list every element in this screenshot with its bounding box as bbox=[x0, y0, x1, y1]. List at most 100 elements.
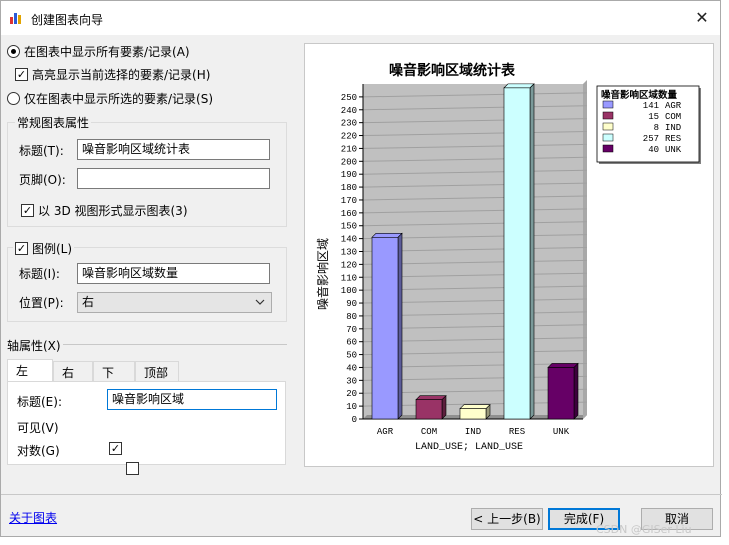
chart-preview: 噪音影响区域统计表 噪音影响区域 LAND_USE; LAND_USE 0 10 2… bbox=[304, 43, 714, 467]
legend-swatch bbox=[602, 122, 614, 131]
axis-title-label: 标题(E): bbox=[17, 395, 62, 409]
window-title: 创建图表向导 bbox=[31, 13, 104, 27]
legend-title: 噪音影响区域数量 bbox=[601, 89, 678, 101]
about-chart-link[interactable]: 关于图表 bbox=[9, 509, 57, 526]
legend-title-label: 标题(I): bbox=[19, 267, 60, 281]
y-tick-label: 50 bbox=[346, 351, 357, 361]
y-tick-label: 130 bbox=[341, 248, 357, 258]
footer-separator bbox=[1, 494, 722, 495]
chart-wizard-dialog: 创建图表向导 ✕ 在图表中显示所有要素/记录(A) ✓ 高亮显示当前选择的要素/… bbox=[0, 0, 722, 537]
radio-indicator[interactable] bbox=[7, 92, 20, 105]
axis-tabs: 左 右 下 顶部 bbox=[7, 359, 179, 381]
checkbox-indicator[interactable]: ✓ bbox=[15, 68, 28, 81]
legend-value: 15 bbox=[648, 112, 659, 122]
legend-category: RES bbox=[665, 134, 681, 144]
back-button[interactable]: < 上一步(B) bbox=[471, 508, 543, 530]
bar-side bbox=[529, 83, 535, 420]
close-button[interactable]: ✕ bbox=[690, 7, 714, 29]
radio-indicator[interactable] bbox=[7, 45, 20, 58]
legend-category: COM bbox=[665, 112, 681, 122]
y-tick-label: 200 bbox=[341, 157, 357, 167]
y-tick-label: 70 bbox=[346, 325, 357, 335]
close-icon: ✕ bbox=[695, 8, 709, 27]
checkbox-indicator[interactable]: ✓ bbox=[21, 204, 34, 217]
legend-category: UNK bbox=[665, 145, 682, 155]
axis-title-input[interactable]: 噪音影响区域 bbox=[107, 389, 277, 410]
tab-bottom[interactable]: 下 bbox=[93, 361, 135, 381]
bar bbox=[547, 367, 575, 420]
checkbox-legend[interactable]: ✓ 图例(L) bbox=[13, 240, 75, 257]
legend-position-label: 位置(P): bbox=[19, 296, 64, 310]
y-tick-label: 0 bbox=[352, 415, 357, 425]
chart-app-icon bbox=[10, 13, 21, 24]
checkbox-indicator[interactable]: ✓ bbox=[15, 242, 28, 255]
y-tick-label: 10 bbox=[346, 402, 357, 412]
radio-show-all[interactable]: 在图表中显示所有要素/记录(A) bbox=[7, 43, 190, 60]
y-tick-label: 100 bbox=[341, 286, 357, 296]
legend-value: 40 bbox=[648, 145, 659, 155]
y-tick-label: 40 bbox=[346, 363, 357, 373]
x-tick-label: IND bbox=[465, 427, 481, 437]
chart-footer-label: 页脚(O): bbox=[19, 173, 66, 187]
checkbox-highlight-selected[interactable]: ✓ 高亮显示当前选择的要素/记录(H) bbox=[15, 66, 210, 83]
bar bbox=[371, 237, 399, 420]
bar-side bbox=[397, 232, 403, 420]
bar-top bbox=[459, 404, 491, 409]
y-tick-label: 150 bbox=[341, 222, 357, 232]
axis-visible-checkbox[interactable]: ✓ bbox=[109, 442, 122, 455]
y-tick-label: 30 bbox=[346, 376, 357, 386]
y-tick-label: 120 bbox=[341, 260, 357, 270]
radio-show-selected-only-label: 仅在图表中显示所选的要素/记录(S) bbox=[24, 92, 214, 106]
axis-log-label: 对数(G) bbox=[17, 444, 60, 458]
checkbox-3d-view-label: 以 3D 视图形式显示图表(3) bbox=[38, 204, 188, 218]
y-tick-label: 180 bbox=[341, 183, 357, 193]
x-axis-label: LAND_USE; LAND_USE bbox=[415, 442, 523, 453]
title-bar: 创建图表向导 ✕ bbox=[1, 1, 720, 35]
bar-chart: 噪音影响区域统计表 噪音影响区域 LAND_USE; LAND_USE 0 10 2… bbox=[315, 62, 701, 453]
radio-show-all-label: 在图表中显示所有要素/记录(A) bbox=[24, 45, 190, 59]
legend-group-title: 图例(L) bbox=[32, 242, 73, 256]
y-tick-label: 20 bbox=[346, 389, 357, 399]
bar-top bbox=[415, 395, 447, 400]
y-tick-label: 110 bbox=[341, 273, 357, 283]
axis-separator bbox=[63, 344, 287, 345]
y-tick-label: 60 bbox=[346, 338, 357, 348]
legend-category: AGR bbox=[665, 101, 682, 111]
bar bbox=[415, 399, 443, 420]
y-axis-label: 噪音影响区域 bbox=[315, 238, 330, 310]
checkbox-3d-view[interactable]: ✓ 以 3D 视图形式显示图表(3) bbox=[21, 202, 188, 219]
plot-right-wall bbox=[583, 80, 587, 419]
axis-log-checkbox[interactable] bbox=[125, 462, 139, 475]
bar-top bbox=[547, 363, 579, 368]
tab-left[interactable]: 左 bbox=[7, 359, 53, 381]
y-tick-label: 140 bbox=[341, 235, 357, 245]
y-tick-label: 210 bbox=[341, 144, 357, 154]
legend-value: 8 bbox=[654, 123, 659, 133]
legend-swatch bbox=[602, 100, 614, 109]
general-properties-title: 常规图表属性 bbox=[15, 114, 92, 131]
y-tick-label: 170 bbox=[341, 196, 357, 206]
y-tick-label: 80 bbox=[346, 312, 357, 322]
legend-title-input[interactable]: 噪音影响区域数量 bbox=[77, 263, 270, 284]
watermark: CSDN @GISer Liu bbox=[596, 523, 692, 536]
tab-top[interactable]: 顶部 bbox=[135, 361, 179, 381]
bar-top bbox=[371, 233, 403, 238]
y-tick-label: 160 bbox=[341, 209, 357, 219]
legend-swatch bbox=[602, 133, 614, 142]
chart-footer-input[interactable] bbox=[77, 168, 270, 189]
axis-visible-label: 可见(V) bbox=[17, 421, 59, 435]
tab-right[interactable]: 右 bbox=[53, 361, 93, 381]
bar bbox=[459, 408, 487, 420]
chart-title-input[interactable]: 噪音影响区域统计表 bbox=[77, 139, 270, 160]
x-tick-label: UNK bbox=[553, 427, 570, 437]
bar-side bbox=[441, 394, 447, 420]
bar-top bbox=[503, 83, 535, 89]
legend-position-select[interactable]: 右 bbox=[77, 292, 272, 313]
y-tick-label: 240 bbox=[341, 106, 357, 116]
legend-value: 257 bbox=[643, 134, 659, 144]
radio-show-selected-only[interactable]: 仅在图表中显示所选的要素/记录(S) bbox=[7, 90, 213, 107]
y-tick-label: 90 bbox=[346, 299, 357, 309]
y-tick-label: 230 bbox=[341, 119, 357, 129]
bar bbox=[503, 87, 531, 420]
legend-swatch bbox=[602, 144, 614, 153]
